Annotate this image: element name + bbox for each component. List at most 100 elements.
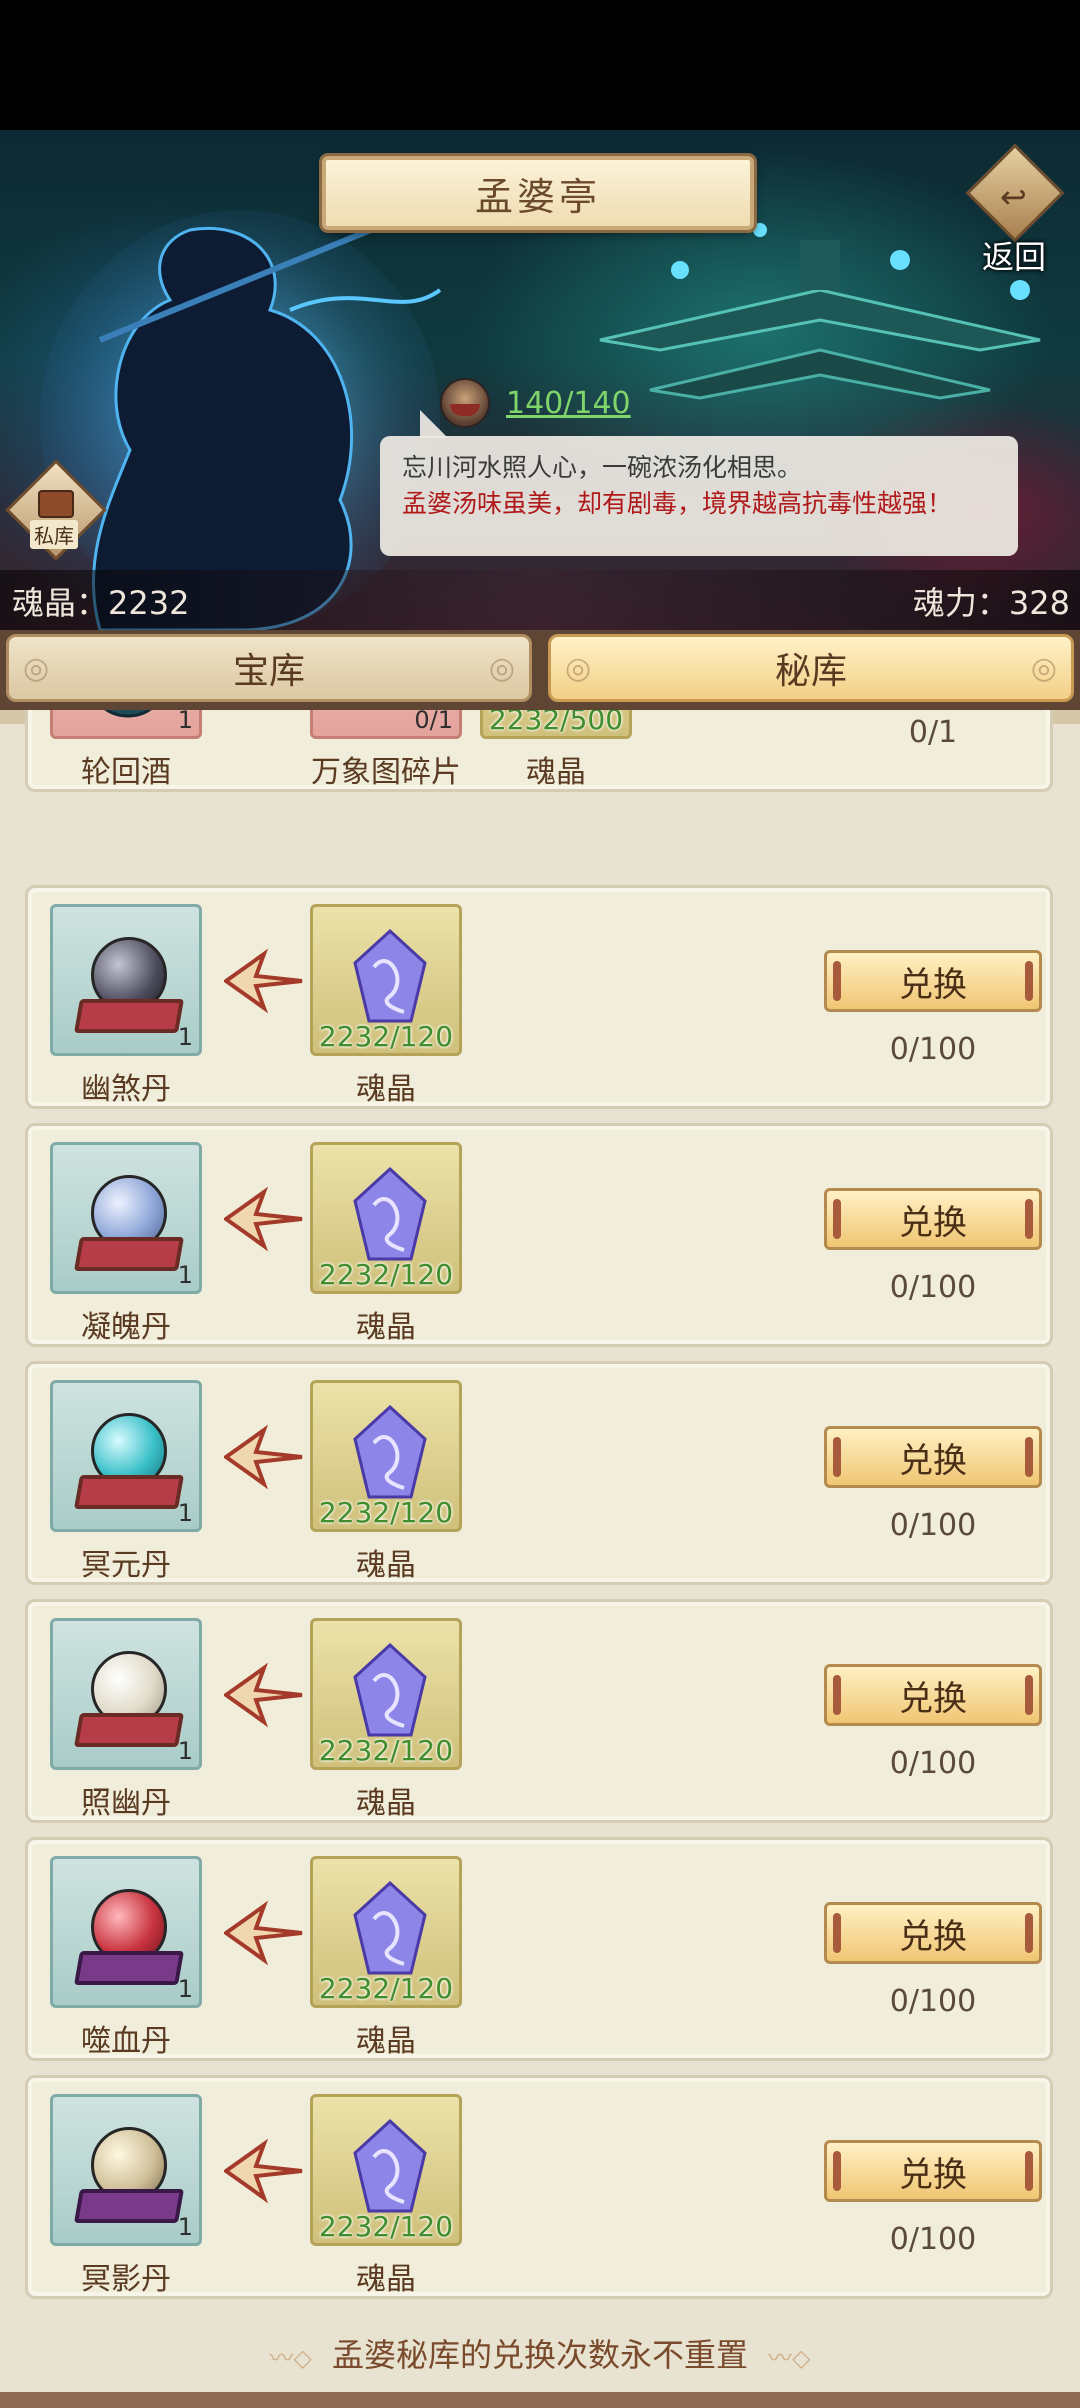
cost-quantity: 2232/500 — [488, 710, 624, 736]
exchange-arrow-icon — [224, 2138, 303, 2204]
exchange-button[interactable]: 兑换 — [824, 1664, 1042, 1726]
product-quantity: 1 — [177, 710, 193, 734]
exchange-limit: 0/100 — [889, 2222, 977, 2257]
soul-crystal-icon — [353, 1404, 427, 1499]
soul-crystal-icon — [353, 2118, 427, 2213]
cost-name: 魂晶 — [356, 1310, 416, 1345]
dialogue-line-1: 忘川河水照人心，一碗浓汤化相思。 — [402, 453, 803, 482]
soul-crystal-icon — [353, 1642, 427, 1737]
product-slot[interactable]: 1 — [50, 1618, 202, 1770]
product-quantity: 1 — [177, 1499, 193, 1527]
product-slot[interactable]: 1 — [50, 1142, 202, 1294]
cost-quantity: 0/1 — [414, 710, 453, 734]
pill-stand-icon — [74, 1713, 184, 1747]
currency-bar: 魂晶：2232 魂力：328 — [0, 570, 1080, 630]
cost-name: 魂晶 — [356, 1548, 416, 1583]
back-arrow-icon: ↩ — [1000, 178, 1027, 216]
cost-slot[interactable]: 2232/120 — [310, 1380, 462, 1532]
pill-stand-icon — [74, 1475, 184, 1509]
cost-quantity: 2232/120 — [318, 1734, 454, 1767]
product-slot[interactable]: 1 — [50, 710, 202, 739]
product-name: 噬血丹 — [81, 2024, 171, 2059]
exchange-button[interactable]: 兑换 — [824, 1902, 1042, 1964]
cost-quantity: 2232/120 — [318, 1496, 454, 1529]
product-name: 凝魄丹 — [81, 1310, 171, 1345]
cost-quantity: 2232/120 — [318, 2210, 454, 2243]
back-label: 返回 — [981, 238, 1046, 276]
soul-crystal-balance: 魂晶：2232 — [12, 584, 190, 622]
soul-crystal-icon — [353, 1166, 427, 1261]
exchange-button[interactable]: 兑换 — [824, 2140, 1042, 2202]
product-slot[interactable]: 1 — [50, 2094, 202, 2246]
cost-slot-fragment[interactable]: 0/1 — [310, 710, 462, 739]
stamina-value: 140/140 — [506, 385, 631, 421]
exchange-arrow-icon — [224, 1900, 303, 1966]
tab-treasury[interactable]: 宝库 — [6, 634, 532, 702]
page-title-plaque: 孟婆亭 — [322, 156, 754, 230]
private-vault-button[interactable]: 私库 — [5, 459, 107, 561]
cost-slot[interactable]: 2232/120 — [310, 1618, 462, 1770]
cost-quantity: 2232/120 — [318, 1020, 454, 1053]
exchange-row: 1 2232/120 噬血丹 魂晶 兑换 0/100 — [25, 1837, 1053, 2061]
page-title: 孟婆亭 — [474, 174, 601, 219]
footer-note: 孟婆秘库的兑换次数永不重置 — [0, 2330, 1080, 2376]
vault-label: 私库 — [30, 520, 78, 549]
exchange-arrow-icon — [224, 948, 303, 1014]
exchange-row: 1 2232/120 冥元丹 魂晶 兑换 0/100 — [25, 1361, 1053, 1585]
dialogue-bubble: 忘川河水照人心，一碗浓汤化相思。 孟婆汤味虽美，却有剧毒，境界越高抗毒性越强！ — [380, 410, 1018, 556]
pill-stand-icon — [74, 999, 184, 1033]
exchange-arrow-icon — [224, 1662, 303, 1728]
soul-crystal-icon — [353, 928, 427, 1023]
exchange-button[interactable]: 兑换 — [824, 950, 1042, 1012]
cost-name: 魂晶 — [356, 2024, 416, 2059]
exchange-limit: 0/100 — [889, 1270, 977, 1305]
exchange-row: 1 2232/120 凝魄丹 魂晶 兑换 0/100 — [25, 1123, 1053, 1347]
wine-jar-icon — [104, 710, 152, 718]
product-name: 幽煞丹 — [81, 1072, 171, 1107]
pill-stand-icon — [74, 1237, 184, 1271]
cost-quantity: 2232/120 — [318, 1258, 454, 1291]
exchange-button[interactable]: 兑换 — [824, 1188, 1042, 1250]
exchange-list[interactable]: 1 0/1 2232/500 轮回酒 万象图碎片 魂晶 兑换 0/1 — [0, 710, 1080, 2408]
back-button[interactable]: ↩ 返回 — [962, 143, 1066, 276]
cost-name: 万象图碎片 — [311, 755, 461, 790]
exchange-button[interactable]: 兑换 — [824, 1426, 1042, 1488]
cost-slot[interactable]: 2232/120 — [310, 904, 462, 1056]
footer-note-text: 孟婆秘库的兑换次数永不重置 — [331, 2336, 748, 2374]
tab-secret-vault[interactable]: 秘库 — [548, 634, 1074, 702]
exchange-arrow-icon — [224, 1186, 303, 1252]
dialogue-line-2: 孟婆汤味虽美，却有剧毒，境界越高抗毒性越强！ — [402, 489, 953, 518]
stamina-row[interactable]: 140/140 — [440, 375, 631, 431]
cost-name: 魂晶 — [356, 1072, 416, 1107]
exchange-row: 1 2232/120 幽煞丹 魂晶 兑换 0/100 — [25, 885, 1053, 1109]
cost-slot[interactable]: 2232/500 — [480, 710, 632, 739]
product-name: 冥元丹 — [81, 1548, 171, 1583]
product-name: 照幽丹 — [81, 1786, 171, 1821]
footer-bar — [0, 2392, 1080, 2408]
product-slot[interactable]: 1 — [50, 1856, 202, 2008]
cost-slot[interactable]: 2232/120 — [310, 2094, 462, 2246]
product-quantity: 1 — [177, 1261, 193, 1289]
product-slot[interactable]: 1 — [50, 1380, 202, 1532]
soul-power-balance: 魂力：328 — [912, 584, 1070, 622]
pill-stand-icon — [74, 2189, 184, 2223]
exchange-limit: 0/100 — [889, 1508, 977, 1543]
product-quantity: 1 — [177, 1975, 193, 2003]
tab-bar: 宝库 秘库 — [0, 630, 1080, 710]
cost-slot[interactable]: 2232/120 — [310, 1142, 462, 1294]
exchange-limit: 0/100 — [889, 1032, 977, 1067]
cost-slot[interactable]: 2232/120 — [310, 1856, 462, 2008]
cost-name: 魂晶 — [356, 1786, 416, 1821]
cost-name: 魂晶 — [526, 755, 586, 790]
cost-name: 魂晶 — [356, 2262, 416, 2297]
cost-quantity: 2232/120 — [318, 1972, 454, 2005]
exchange-limit: 0/1 — [908, 715, 958, 750]
header-scene: 孟婆亭 ↩ 返回 140/140 忘川河水照人心，一碗浓汤化相思。 孟婆汤味虽美… — [0, 130, 1080, 630]
product-quantity: 1 — [177, 1737, 193, 1765]
meng-po-figure — [40, 207, 442, 630]
exchange-limit: 0/100 — [889, 1984, 977, 2019]
product-quantity: 1 — [177, 1023, 193, 1051]
exchange-arrow-icon — [224, 1424, 303, 1490]
status-bar — [0, 0, 1080, 130]
product-slot[interactable]: 1 — [50, 904, 202, 1056]
